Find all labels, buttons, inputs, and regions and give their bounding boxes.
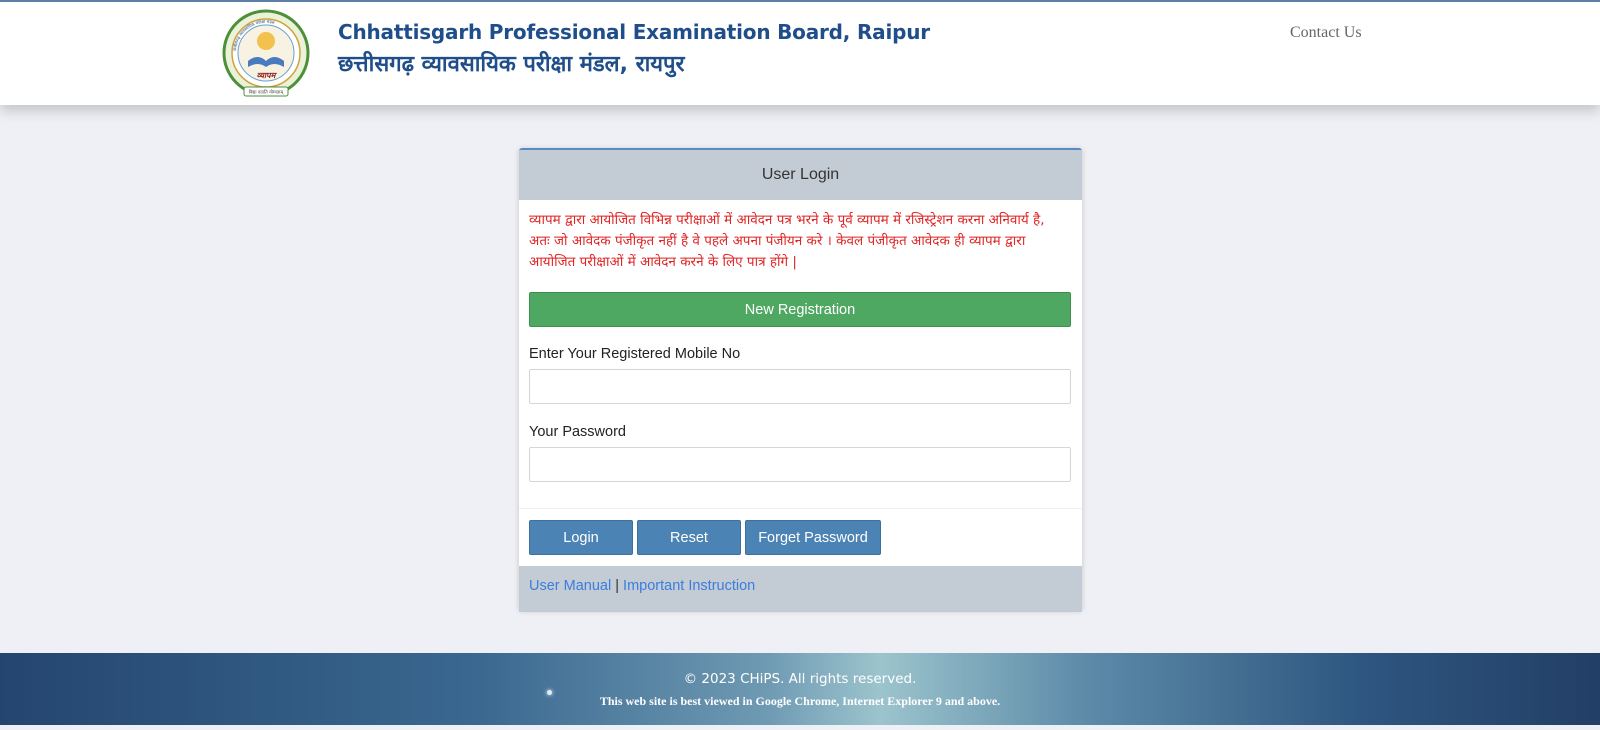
copyright-text: © 2023 CHiPS. All rights reserved. bbox=[683, 671, 917, 687]
mobile-number-label: Enter Your Registered Mobile No bbox=[529, 346, 741, 362]
registration-notice: व्यापम द्वारा आयोजित विभिन्न परीक्षाओं म… bbox=[529, 212, 1045, 270]
reset-button[interactable]: Reset bbox=[637, 520, 741, 555]
site-title-hindi: छत्तीसगढ़ व्यावसायिक परीक्षा मंडल, रायपु… bbox=[338, 52, 685, 77]
login-panel-title: User Login bbox=[519, 150, 1082, 200]
password-input[interactable] bbox=[529, 447, 1071, 482]
logo-center-text: व्यापम bbox=[257, 71, 278, 80]
mobile-number-input[interactable] bbox=[529, 369, 1071, 404]
login-button[interactable]: Login bbox=[529, 520, 633, 555]
contact-us-link[interactable]: Contact Us bbox=[1290, 24, 1362, 42]
form-divider bbox=[519, 508, 1082, 509]
user-manual-link[interactable]: User Manual bbox=[529, 578, 611, 594]
new-registration-button[interactable]: New Registration bbox=[529, 292, 1071, 327]
site-header: छत्तीसगढ़ व्यावसायिक परीक्षा मंडल व्यापम… bbox=[0, 0, 1600, 105]
logo-motto: विद्या ददाति योग्यताम् bbox=[249, 89, 284, 96]
user-login-panel: User Login व्यापम द्वारा आयोजित विभिन्न … bbox=[519, 148, 1082, 612]
login-panel-footer: User Manual | Important Instruction bbox=[519, 566, 1082, 612]
forget-password-button[interactable]: Forget Password bbox=[745, 520, 881, 555]
site-title-english: Chhattisgarh Professional Examination Bo… bbox=[338, 20, 930, 44]
vyapam-logo-icon: छत्तीसगढ़ व्यावसायिक परीक्षा मंडल व्यापम… bbox=[222, 9, 310, 97]
link-separator: | bbox=[615, 578, 620, 594]
site-footer: © 2023 CHiPS. All rights reserved. This … bbox=[0, 653, 1600, 725]
password-label: Your Password bbox=[529, 424, 626, 440]
browser-compatibility-note: This web site is best viewed in Google C… bbox=[599, 694, 1001, 708]
important-instruction-link[interactable]: Important Instruction bbox=[623, 578, 755, 594]
